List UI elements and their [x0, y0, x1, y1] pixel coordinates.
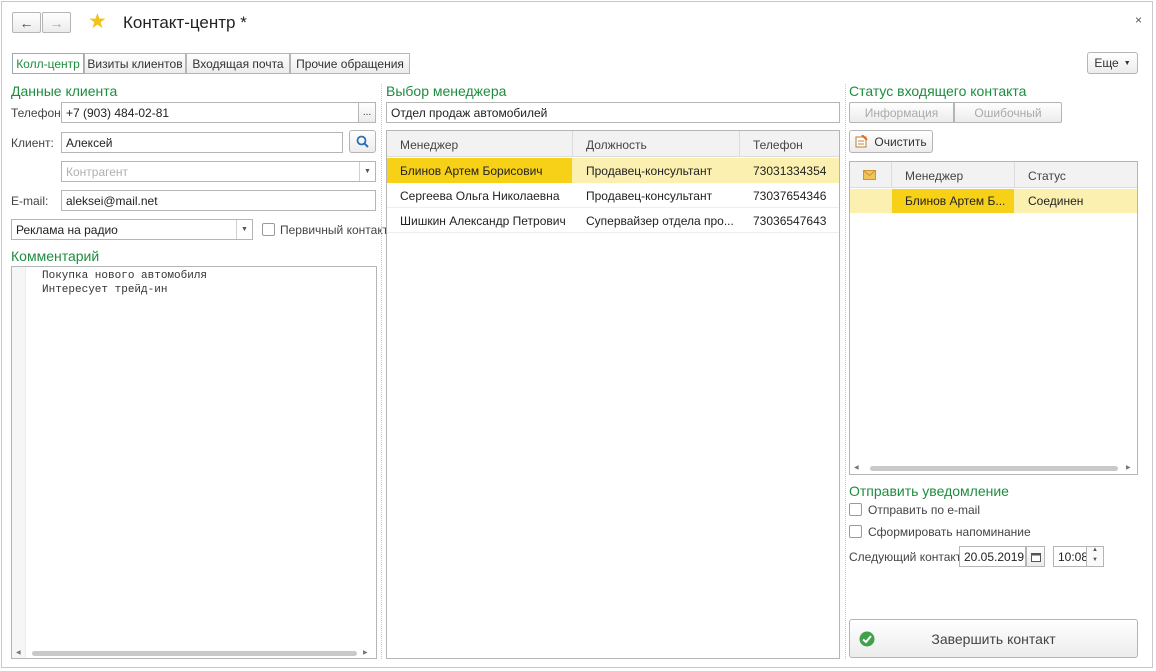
- chevron-down-icon[interactable]: ▼: [236, 220, 252, 239]
- next-contact-date-field[interactable]: 20.05.2019: [959, 546, 1026, 567]
- column-header-status[interactable]: Статус: [1028, 169, 1066, 183]
- tab-other-requests[interactable]: Прочие обращения: [290, 53, 410, 74]
- comment-line-2: Интересует трейд-ин: [42, 284, 168, 296]
- send-email-checkbox[interactable]: [849, 503, 862, 516]
- table-cell-manager: Шишкин Александр Петрович: [400, 214, 566, 228]
- tab-incoming-mail[interactable]: Входящая почта: [186, 53, 290, 74]
- status-table: Менеджер Статус Блинов Артем Б... Соедин…: [849, 161, 1138, 475]
- header-separator: [1014, 162, 1015, 188]
- tab-client-visits[interactable]: Визиты клиентов: [84, 53, 186, 74]
- more-button-label: Еще: [1094, 56, 1119, 70]
- favorite-star-icon[interactable]: ★: [88, 11, 107, 32]
- clear-icon: [855, 135, 869, 148]
- send-email-label: Отправить по e-mail: [868, 503, 981, 517]
- clear-button[interactable]: Очистить: [849, 130, 933, 153]
- finish-contact-label: Завершить контакт: [931, 630, 1056, 647]
- reminder-label: Сформировать напоминание: [868, 525, 1031, 539]
- manager-section-title: Выбор менеджера: [386, 83, 507, 99]
- table-cell-phone: 73037654346: [753, 189, 827, 203]
- finish-contact-button[interactable]: Завершить контакт: [849, 619, 1138, 658]
- spin-down-icon[interactable]: ▼: [1092, 557, 1098, 563]
- reminder-checkbox[interactable]: [849, 525, 862, 538]
- window-title: Контакт-центр *: [123, 13, 247, 32]
- counterparty-field[interactable]: Контрагент ▼: [61, 161, 376, 182]
- search-icon: [356, 135, 369, 148]
- more-button[interactable]: Еще ▼: [1087, 52, 1138, 74]
- table-cell-position: Супервайзер отдела про...: [586, 214, 734, 228]
- phone-more-button[interactable]: ...: [358, 102, 376, 123]
- header-separator: [891, 162, 892, 188]
- column-header-manager[interactable]: Менеджер: [400, 138, 458, 152]
- comment-gutter: [12, 267, 26, 658]
- calendar-button[interactable]: [1026, 546, 1045, 567]
- phone-field[interactable]: +7 (903) 484-02-81: [61, 102, 359, 123]
- tab-call-center[interactable]: Колл-центр: [12, 53, 84, 74]
- scroll-right-icon[interactable]: ▶: [363, 649, 368, 656]
- table-cell-position: Продавец-консультант: [586, 164, 713, 178]
- table-cell-manager: Блинов Артем Борисович: [400, 164, 543, 178]
- column-header-manager[interactable]: Менеджер: [905, 169, 963, 183]
- header-separator: [572, 131, 573, 157]
- next-contact-label: Следующий контакт:: [849, 550, 965, 564]
- client-label: Клиент:: [11, 136, 54, 150]
- source-select-value: Реклама на радио: [16, 223, 118, 237]
- envelope-icon: [863, 170, 876, 180]
- counterparty-placeholder: Контрагент: [66, 165, 129, 179]
- column-header-position[interactable]: Должность: [586, 138, 647, 152]
- column-header-phone[interactable]: Телефон: [753, 138, 803, 152]
- primary-contact-checkbox[interactable]: [262, 223, 275, 236]
- spin-up-icon[interactable]: ▲: [1092, 547, 1098, 553]
- primary-contact-label: Первичный контакт: [280, 223, 389, 237]
- check-icon: [859, 631, 875, 647]
- email-field[interactable]: aleksei@mail.net: [61, 190, 376, 211]
- department-field[interactable]: Отдел продаж автомобилей: [386, 102, 840, 123]
- arrow-left-icon: ←: [19, 14, 34, 31]
- comment-line-1: Покупка нового автомобиля: [42, 270, 208, 282]
- status-section-title: Статус входящего контакта: [849, 83, 1027, 99]
- status-table-header: [850, 162, 1137, 188]
- table-cell-manager: Сергеева Ольга Николаевна: [400, 189, 560, 203]
- column-divider: [381, 84, 382, 659]
- table-cell-manager: Блинов Артем Б...: [905, 194, 1006, 208]
- chevron-down-icon: ▼: [1123, 59, 1131, 67]
- table-cell-position: Продавец-консультант: [586, 189, 713, 203]
- comment-textarea[interactable]: Покупка нового автомобиля Интересует тре…: [11, 266, 377, 659]
- next-contact-time-field[interactable]: 10:08: [1053, 546, 1087, 567]
- forward-button[interactable]: →: [42, 12, 71, 33]
- scroll-left-icon[interactable]: ◀: [854, 464, 859, 471]
- info-button[interactable]: Информация: [849, 102, 954, 123]
- time-spinner[interactable]: ▲ ▼: [1086, 546, 1104, 567]
- arrow-right-icon: →: [49, 14, 64, 31]
- clear-button-label: Очистить: [874, 134, 927, 149]
- client-section-title: Данные клиента: [11, 83, 118, 99]
- close-icon[interactable]: ×: [1135, 13, 1142, 27]
- source-select[interactable]: Реклама на радио ▼: [11, 219, 253, 240]
- client-search-button[interactable]: [349, 130, 376, 153]
- scroll-right-icon[interactable]: ▶: [1126, 464, 1131, 471]
- calendar-icon: [1030, 552, 1041, 562]
- column-divider: [845, 84, 846, 659]
- table-cell-phone: 73031334354: [753, 164, 827, 178]
- scroll-left-icon[interactable]: ◀: [16, 649, 21, 656]
- status-horizontal-scrollbar[interactable]: [870, 466, 1118, 471]
- comment-horizontal-scrollbar[interactable]: [32, 651, 357, 656]
- chevron-down-icon[interactable]: ▼: [359, 162, 375, 181]
- notify-section-title: Отправить уведомление: [849, 483, 1009, 499]
- header-separator: [739, 131, 740, 157]
- client-field[interactable]: Алексей: [61, 132, 343, 153]
- managers-table: Менеджер Должность Телефон Блинов Артем …: [386, 130, 840, 659]
- comment-title: Комментарий: [11, 248, 100, 264]
- table-cell-phone: 73036547643: [753, 214, 827, 228]
- phone-label: Телефон:: [11, 106, 65, 120]
- error-button[interactable]: Ошибочный: [954, 102, 1062, 123]
- email-label: E-mail:: [11, 194, 49, 208]
- back-button[interactable]: ←: [12, 12, 41, 33]
- table-cell-status: Соединен: [1028, 194, 1084, 208]
